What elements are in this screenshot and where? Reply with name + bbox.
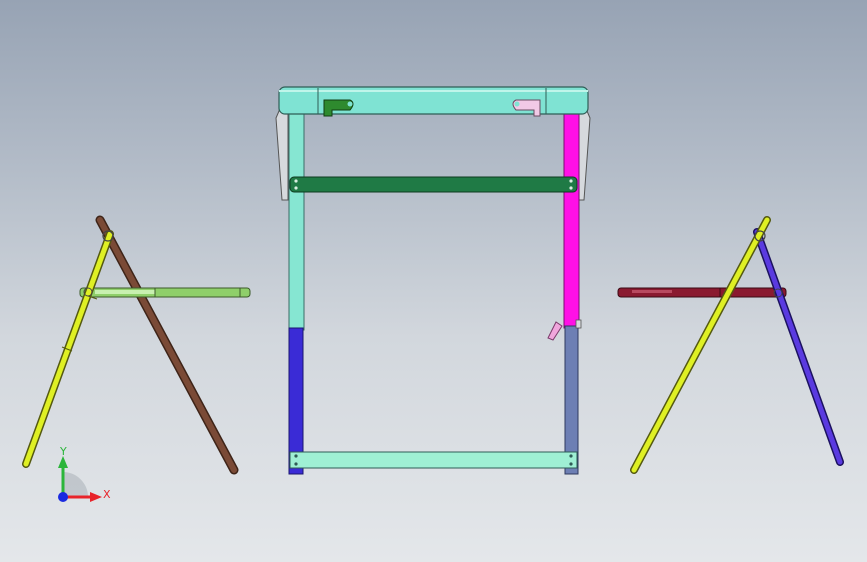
triad-plane-icon xyxy=(63,472,88,497)
front-view xyxy=(275,86,591,475)
right-side-view xyxy=(617,216,844,474)
left-seat[interactable] xyxy=(79,287,251,298)
left-front-leg[interactable] xyxy=(22,230,114,468)
right-upright[interactable] xyxy=(563,111,580,329)
z-axis-icon xyxy=(58,492,68,502)
cad-viewport[interactable]: Y X xyxy=(0,0,867,562)
cross-bar[interactable] xyxy=(289,176,578,193)
bottom-bar[interactable] xyxy=(289,451,578,469)
model-canvas[interactable]: Y X xyxy=(0,0,867,562)
left-upright[interactable] xyxy=(288,111,305,331)
right-front-leg[interactable] xyxy=(630,216,771,474)
y-axis-label: Y xyxy=(59,445,67,458)
coordinate-triad: Y X xyxy=(58,445,111,502)
right-bracket xyxy=(577,103,591,201)
right-rear-leg[interactable] xyxy=(753,228,844,466)
left-rear-leg[interactable] xyxy=(95,215,239,475)
left-bracket xyxy=(275,103,289,201)
left-side-view xyxy=(22,215,251,475)
right-seat[interactable] xyxy=(617,287,787,298)
x-axis-label: X xyxy=(103,488,111,501)
